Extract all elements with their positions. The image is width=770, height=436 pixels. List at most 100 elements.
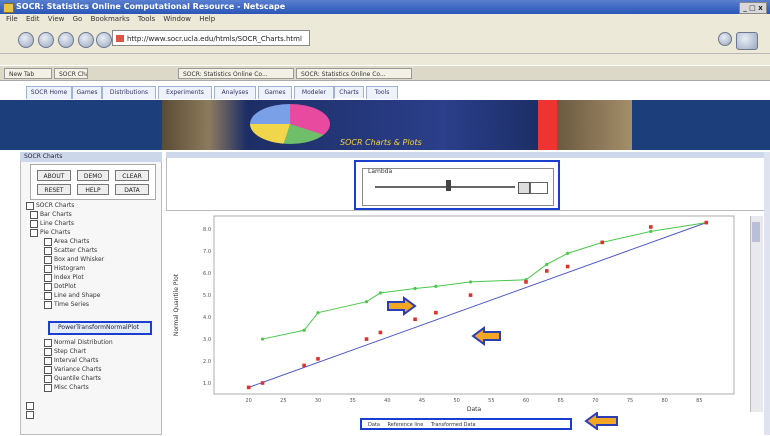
browser-tab-new[interactable]: New Tab <box>4 68 52 79</box>
data-point <box>246 385 251 390</box>
help-button[interactable]: HELP <box>77 184 109 195</box>
tab-charts[interactable]: Charts <box>334 86 364 98</box>
reset-button[interactable]: RESET <box>37 184 71 195</box>
data-button[interactable]: DATA <box>115 184 149 195</box>
folder-icon <box>26 201 34 210</box>
tree-item[interactable]: Line Charts <box>30 219 74 228</box>
tab-games-2[interactable]: Games <box>258 86 292 99</box>
chart-icon <box>44 374 52 383</box>
window-controls[interactable]: _ □ x <box>739 2 767 14</box>
y-tick-label: 8.0 <box>203 227 211 233</box>
menu-file[interactable]: File <box>6 15 18 23</box>
search-go-icon[interactable] <box>718 32 732 46</box>
annotation-arrow-left-2 <box>584 412 618 430</box>
y-tick-label: 2.0 <box>203 359 211 365</box>
tree-item[interactable]: Bar Charts <box>30 210 72 219</box>
tab-experiments[interactable]: Experiments <box>158 86 212 99</box>
tab-tools[interactable]: Tools <box>366 86 398 99</box>
tree-item[interactable]: DotPlot <box>44 282 76 291</box>
lambda-label: Lambda <box>368 168 393 175</box>
lambda-slider-thumb[interactable] <box>446 180 451 191</box>
transformed-point <box>566 251 570 255</box>
reload-icon[interactable] <box>58 32 74 48</box>
chart-scrollbar[interactable] <box>750 216 763 412</box>
browser-tab-socr-2[interactable]: SOCR: Statistics Online Co... <box>296 68 412 79</box>
transformed-point <box>302 328 306 332</box>
tree-item[interactable]: Pie Charts <box>30 228 70 237</box>
folder-icon <box>26 410 34 419</box>
x-tick-label: 25 <box>280 398 286 404</box>
data-point <box>302 363 306 368</box>
menu-bookmarks[interactable]: Bookmarks <box>91 15 130 23</box>
address-bar[interactable]: http://www.socr.ucla.edu/htmls/SOCR_Char… <box>112 30 310 46</box>
x-tick-label: 55 <box>488 398 494 404</box>
tree-item[interactable]: SOCR Charts <box>26 201 74 210</box>
data-point <box>434 310 438 315</box>
demo-button[interactable]: DEMO <box>77 170 109 181</box>
tab-analyses[interactable]: Analyses <box>214 86 256 99</box>
menu-go[interactable]: Go <box>73 15 83 23</box>
tab-games[interactable]: Games <box>72 86 102 99</box>
tree-item[interactable]: Histogram <box>44 264 85 273</box>
menu-tools[interactable]: Tools <box>138 15 155 23</box>
tab-modeler[interactable]: Modeler <box>294 86 334 99</box>
tree-item[interactable]: Variance Charts <box>44 365 101 374</box>
tree-item[interactable]: Step Chart <box>44 347 86 356</box>
chart-icon <box>44 246 52 255</box>
menu-window[interactable]: Window <box>163 15 191 23</box>
tree-item[interactable]: Box and Whisker <box>44 255 104 264</box>
chart-scrollbar-thumb[interactable] <box>752 222 760 242</box>
tree-item[interactable]: Area Charts <box>44 237 89 246</box>
chart-icon <box>44 347 52 356</box>
tree-item[interactable]: Quantile Charts <box>44 374 101 383</box>
x-tick-label: 80 <box>661 398 667 404</box>
tree-item[interactable]: Interval Charts <box>44 356 99 365</box>
banner-pie-graphic <box>250 104 330 144</box>
menu-edit[interactable]: Edit <box>26 15 40 23</box>
bookmarks-toolbar <box>0 54 770 65</box>
lambda-slider-track[interactable] <box>375 186 515 188</box>
browser-tab-charts[interactable]: SOCR Charts <box>54 68 88 79</box>
tree-item[interactable]: Misc Charts <box>44 383 89 392</box>
tree-item-selected[interactable]: PowerTransformNormalPlot <box>48 321 152 335</box>
back-icon[interactable] <box>18 32 34 48</box>
folder-icon <box>30 210 38 219</box>
browser-tab-socr-1[interactable]: SOCR: Statistics Online Co... <box>178 68 294 79</box>
tree-item[interactable]: Scatter Charts <box>44 246 97 255</box>
left-panel-header: SOCR Charts <box>20 152 162 162</box>
lambda-apply-button[interactable] <box>518 182 530 194</box>
transformed-point <box>434 284 438 288</box>
data-point <box>468 293 473 297</box>
data-point <box>565 264 570 269</box>
x-axis-label: Data <box>467 406 482 413</box>
tab-distributions[interactable]: Distributions <box>102 86 156 99</box>
plot-area <box>213 215 735 395</box>
home-icon[interactable] <box>96 32 112 48</box>
data-point <box>704 220 709 225</box>
tree-item[interactable]: Normal Distribution <box>44 338 113 347</box>
transformed-point <box>413 286 417 291</box>
panel-divider[interactable] <box>166 152 770 158</box>
forward-icon[interactable] <box>38 32 54 48</box>
netscape-throbber-icon <box>736 32 758 50</box>
left-panel-button-group: ABOUT DEMO CLEAR RESET HELP DATA <box>30 164 156 200</box>
page-scrollbar[interactable] <box>764 152 770 435</box>
x-tick-label: 70 <box>592 398 598 404</box>
stop-icon[interactable] <box>78 32 94 48</box>
tree-item[interactable] <box>26 401 36 410</box>
tab-socr-home[interactable]: SOCR Home <box>26 86 72 99</box>
data-point <box>364 337 369 341</box>
y-tick-label: 7.0 <box>203 249 211 255</box>
menu-view[interactable]: View <box>48 15 65 23</box>
tree-item[interactable] <box>26 410 36 419</box>
folder-icon <box>30 219 38 228</box>
lambda-value-field[interactable] <box>530 182 548 194</box>
tree-item[interactable]: Index Plot <box>44 273 84 282</box>
tree-item[interactable]: Line and Shape <box>44 291 100 300</box>
annotation-arrow-left-1 <box>471 326 501 346</box>
about-button[interactable]: ABOUT <box>37 170 71 181</box>
menu-help[interactable]: Help <box>199 15 215 23</box>
tree-item[interactable]: Time Series <box>44 300 89 309</box>
transformed-point <box>260 337 265 341</box>
clear-button[interactable]: CLEAR <box>115 170 149 181</box>
